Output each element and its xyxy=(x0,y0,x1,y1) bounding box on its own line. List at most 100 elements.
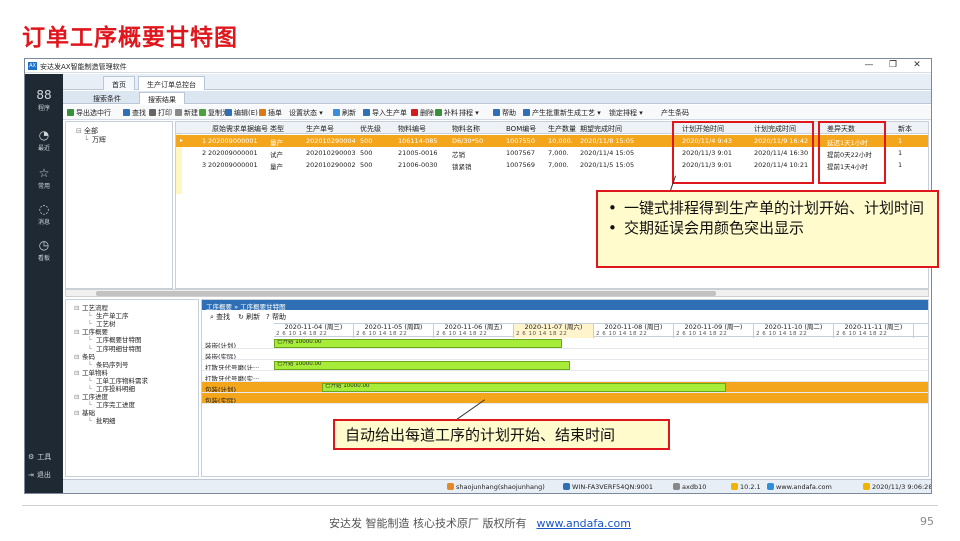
diff-days-highlight xyxy=(818,121,886,184)
tree-leaf-icon: └ xyxy=(88,417,92,426)
toolbar-icon xyxy=(435,109,442,116)
toolbar-icon xyxy=(149,109,156,116)
status-item: 10.2.1 xyxy=(731,483,761,491)
sidebar-item-1[interactable]: ◔ 最近 xyxy=(25,128,63,152)
toolbar-button-3[interactable]: 新建 xyxy=(175,108,198,118)
tree-node[interactable]: └ 工序完工进度 xyxy=(88,399,135,409)
table-cell-bom: 1007550 xyxy=(506,137,535,145)
sidebar-item-4[interactable]: ◷ 看板 xyxy=(25,238,63,262)
tab-order-console[interactable]: 生产订单总控台 xyxy=(138,76,205,90)
gantt-row-label: 包装(计划) xyxy=(202,382,274,393)
minimize-icon[interactable]: — xyxy=(859,60,879,70)
table-row[interactable]: ▸ 1 202009000001 量产 202010290004 500 106114-08… xyxy=(176,135,928,147)
grid-column-header[interactable]: 物料名称 xyxy=(452,124,480,134)
toolbar-button-1[interactable]: 查找 xyxy=(123,108,146,118)
folder-icon: ⊟ xyxy=(74,328,80,337)
gantt-bar[interactable]: 已开始 10000.00 xyxy=(274,339,562,348)
grid-column-header[interactable]: 物料编号 xyxy=(398,124,426,134)
toolbar-button-14[interactable]: 产生批 xyxy=(523,108,553,118)
toolbar-icon xyxy=(67,109,74,116)
table-cell-name: D6/30*50 xyxy=(452,137,484,145)
toolbar-button-10[interactable]: 删除 xyxy=(411,108,434,118)
toolbar-button-17[interactable]: 产生条码 xyxy=(661,108,689,118)
window-title: 安达发AX智能制造管理软件 xyxy=(40,63,127,71)
toolbar-button-12[interactable]: 排程 ▾ xyxy=(459,108,479,118)
gantt-bar[interactable]: 已开始 10000.00 xyxy=(274,361,570,370)
grid-column-header[interactable]: 新本 xyxy=(898,124,912,134)
sidebar-item-2[interactable]: ☆ 常用 xyxy=(25,166,63,190)
tab-search-results[interactable]: 搜索结果 xyxy=(139,92,185,104)
slide: 订单工序概要甘特图 AX 安达发AX智能制造管理软件 — ❐ ✕ 88 程序 ◔ 最近… xyxy=(0,0,960,541)
tab-home[interactable]: 首页 xyxy=(103,76,135,90)
tree-node[interactable]: └ 批明细 xyxy=(88,415,116,425)
status-icon xyxy=(767,483,774,490)
toolbar-button-label: 产生批 xyxy=(532,109,553,117)
footer-divider xyxy=(22,505,938,506)
toolbar-button-8[interactable]: 刷新 xyxy=(333,108,356,118)
tab-search-criteria[interactable]: 搜索条件 xyxy=(85,92,129,104)
toolbar-button-6[interactable]: 插单 xyxy=(259,108,282,118)
toolbar-icon xyxy=(199,109,206,116)
toolbar-button-15[interactable]: 重新生成工艺 ▾ xyxy=(553,108,601,118)
grid-column-header[interactable]: 原始需求单据编号 xyxy=(212,124,268,134)
tree-node[interactable]: └ 工序明细甘特图 xyxy=(88,343,142,353)
toolbar-button-7[interactable]: 设置状态 ▾ xyxy=(289,108,323,118)
toolbar-button-label: 查找 xyxy=(132,109,146,117)
table-cell-type: 量产 xyxy=(270,139,283,147)
grid-column-header[interactable]: 类型 xyxy=(270,124,284,134)
gantt-lane xyxy=(274,349,928,360)
gantt-day-hours: 2 6 10 14 18 22 xyxy=(836,331,888,337)
grid-column-header[interactable]: 生产单号 xyxy=(306,124,334,134)
page-number: 95 xyxy=(920,515,934,528)
gantt-find-button[interactable]: ⌕ 查找 xyxy=(210,312,230,322)
gantt-toolbar: ⌕ 查找 ↻ 刷新 ? 帮助 xyxy=(202,310,928,321)
status-text: www.andafa.com xyxy=(776,483,832,491)
maximize-icon[interactable]: ❐ xyxy=(883,60,903,70)
gantt-day-hours: 2 6 10 14 18 22 xyxy=(596,331,648,337)
gantt-bar[interactable]: 已开始 10000.00 xyxy=(322,383,726,392)
tree-node-wanhui[interactable]: └ 万辉 xyxy=(84,135,106,145)
sidebar-bottom-label: 退出 xyxy=(36,471,51,479)
message-icon: ◌ xyxy=(38,202,50,216)
toolbar-button-16[interactable]: 锁定排程 ▾ xyxy=(609,108,643,118)
toolbar-button-9[interactable]: 导入生产单 xyxy=(363,108,407,118)
footer-link[interactable]: www.andafa.com xyxy=(536,517,631,530)
row-number: 2 xyxy=(202,149,207,157)
sidebar-bottom-0[interactable]: ⚙ 工具 xyxy=(25,452,63,462)
toolbar-button-11[interactable]: 补料 xyxy=(435,108,458,118)
grid-column-header[interactable]: BOM编号 xyxy=(506,124,536,134)
horizontal-scrollbar[interactable] xyxy=(65,289,929,297)
toolbar-button-2[interactable]: 打印 xyxy=(149,108,172,118)
gantt-day-hours: 2 6 10 14 18 22 xyxy=(436,331,488,337)
sidebar-bottom-1[interactable]: ⇥ 退出 xyxy=(25,470,63,480)
gantt-refresh-button[interactable]: ↻ 刷新 xyxy=(238,312,260,322)
gantt-day-date: 2020-11-09 (周一) xyxy=(684,324,743,331)
toolbar-button-label: 刷新 xyxy=(342,109,356,117)
grid-column-header[interactable]: 生产数量 xyxy=(548,124,576,134)
gantt-lane: 已开始 10000.00 xyxy=(274,360,928,371)
table-row[interactable]: 3 202009000001 量产 202010290002 500 21006-0030… xyxy=(176,159,928,171)
toolbar: 导出选中行 查找 打印 新建 复制为 编辑(E) 插单 设置状态 ▾ 刷新 导入生产单 删除 补料 排程… xyxy=(63,105,931,120)
scroll-thumb[interactable] xyxy=(96,291,716,296)
toolbar-button-0[interactable]: 导出选中行 xyxy=(67,108,111,118)
status-text: axdb10 xyxy=(682,483,707,491)
grid-column-header[interactable]: 期望完成时间 xyxy=(580,124,622,134)
sidebar-item-0[interactable]: 88 程序 xyxy=(25,88,63,112)
gantt-lane xyxy=(274,371,928,382)
gantt-day-hours: 2 6 10 14 18 22 xyxy=(756,331,808,337)
table-row[interactable]: 2 202009000001 试产 202010290003 500 21005-0016… xyxy=(176,147,928,159)
gantt-day-header: 2020-11-08 (周日) 2 6 10 14 18 22 xyxy=(594,324,674,338)
sidebar-item-3[interactable]: ◌ 消息 xyxy=(25,202,63,226)
gantt-day-date: 2020-11-06 (周五) xyxy=(444,324,503,331)
toolbar-button-13[interactable]: 帮助 xyxy=(493,108,516,118)
gantt-day-date: 2020-11-08 (周日) xyxy=(604,324,663,331)
gantt-help-button[interactable]: ? 帮助 xyxy=(266,312,286,322)
table-cell-src: 202009000001 xyxy=(208,149,258,157)
close-icon[interactable]: ✕ xyxy=(907,60,927,70)
grid-header: 原始需求单据编号 类型 生产单号 优先级 物料编号 物料名称 BOM编号 生产数量 期望完成时间… xyxy=(176,122,928,134)
toolbar-button-label: 重新生成工艺 ▾ xyxy=(553,109,601,117)
grid-column-header[interactable]: 优先级 xyxy=(360,124,381,134)
toolbar-button-5[interactable]: 编辑(E) xyxy=(225,108,258,118)
toolbar-button-label: 产生条码 xyxy=(661,109,689,117)
callout-top-line-1: 一键式排程得到生产单的计划开始、计划时间 xyxy=(608,198,927,218)
